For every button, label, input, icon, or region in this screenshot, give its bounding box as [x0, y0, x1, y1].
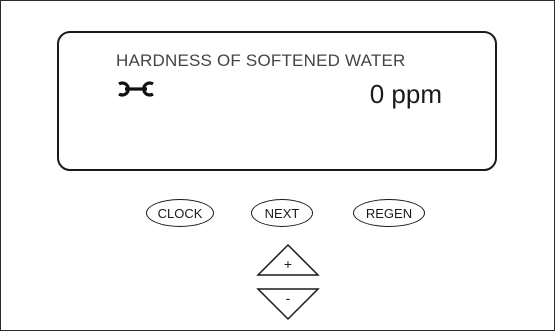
controller-panel: HARDNESS OF SOFTENED WATER 0 ppm CLOCK N… [0, 0, 555, 331]
increase-button[interactable]: + [256, 243, 320, 277]
decrease-button[interactable]: - [256, 287, 320, 321]
next-button[interactable]: NEXT [251, 199, 313, 227]
decrease-label: - [285, 290, 291, 306]
regen-button[interactable]: REGEN [353, 199, 425, 227]
increase-label: + [283, 256, 293, 272]
wrench-icon [117, 80, 157, 98]
clock-button[interactable]: CLOCK [146, 199, 214, 227]
hardness-value: 0 ppm [369, 79, 442, 109]
lcd-display: HARDNESS OF SOFTENED WATER 0 ppm [57, 31, 497, 171]
display-title: HARDNESS OF SOFTENED WATER [116, 51, 406, 70]
